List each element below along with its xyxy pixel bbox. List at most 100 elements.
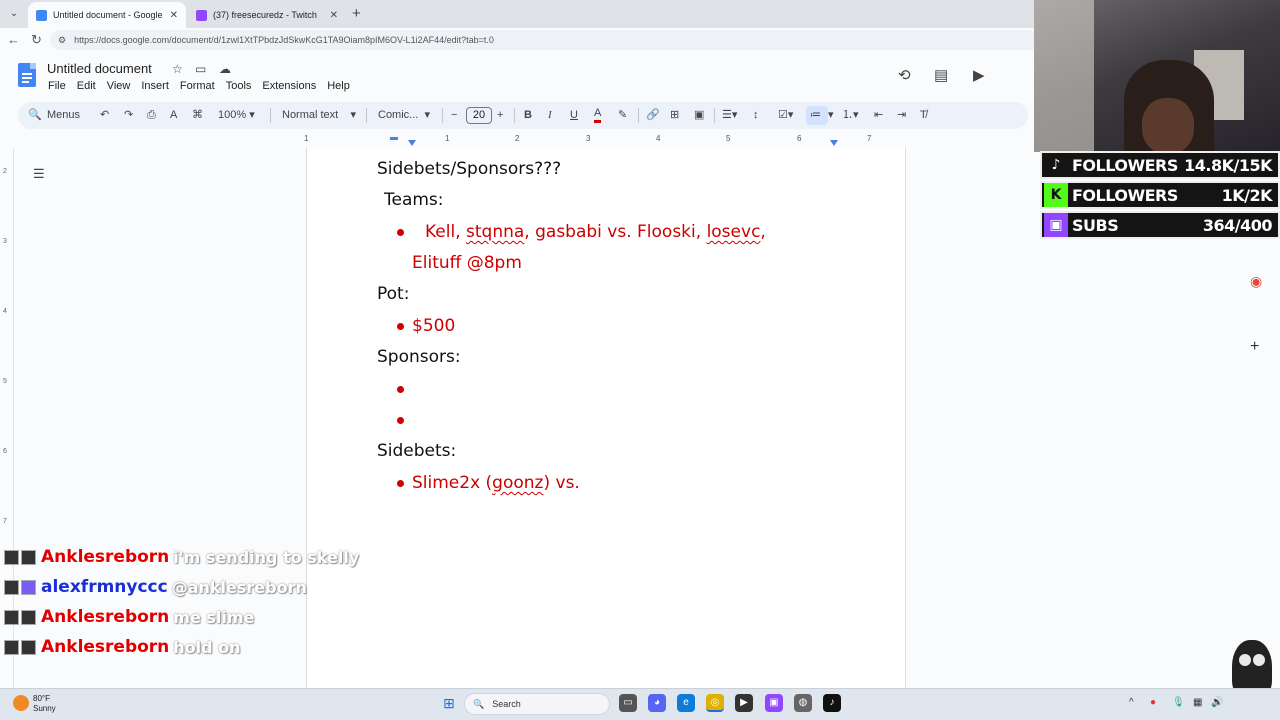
close-tab-icon[interactable]: ✕ (330, 10, 338, 21)
site-info-icon[interactable]: ⚙ (58, 35, 66, 46)
weather-condition[interactable]: Sunny (33, 704, 56, 713)
bold-icon[interactable]: B (524, 106, 532, 124)
highlight-color-icon[interactable]: ✎ (618, 106, 627, 124)
cloud-status-icon[interactable]: ☁ (219, 62, 231, 76)
menu-extensions[interactable]: Extensions (262, 80, 316, 92)
reload-icon[interactable]: ↻ (31, 32, 42, 48)
redo-icon[interactable]: ↷ (124, 106, 133, 124)
kick-followers-bar: K FOLLOWERS 1K/2K (1040, 181, 1280, 209)
search-menus-label[interactable]: Menus (47, 106, 80, 124)
chat-text: @anklesreborn (171, 577, 307, 597)
text-color-icon[interactable]: A (594, 106, 602, 123)
move-folder-icon[interactable]: ▭ (195, 62, 206, 76)
insert-link-icon[interactable]: 🔗 (646, 106, 660, 124)
star-icon[interactable]: ☆ (172, 62, 183, 76)
bulleted-list-icon[interactable]: ≔ (810, 106, 821, 124)
zoom-select[interactable]: 100% ▾ (218, 106, 255, 124)
first-line-indent-marker[interactable] (390, 137, 398, 140)
numbered-list-icon[interactable]: ⒈▾ (842, 106, 859, 124)
discord-icon[interactable]: ◕ (648, 694, 666, 712)
volume-icon[interactable]: 🔊 (1211, 697, 1223, 708)
chat-message: Anklesreborn me slime (4, 602, 359, 632)
team-text: , (760, 222, 766, 242)
menu-view[interactable]: View (107, 80, 131, 92)
italic-icon[interactable]: I (548, 106, 552, 124)
comments-icon[interactable]: ▤ (934, 66, 948, 84)
twitch-app-icon[interactable]: ▣ (765, 694, 783, 712)
document-title[interactable]: Untitled document (47, 61, 152, 76)
taskbar-search[interactable]: 🔍 Search (464, 693, 610, 715)
meet-icon[interactable]: ▶ (973, 66, 985, 84)
font-size-input[interactable]: 20 (466, 107, 492, 124)
search-menus-icon[interactable]: 🔍 (28, 106, 42, 124)
bullet-point (397, 229, 404, 236)
align-icon[interactable]: ☰▾ (722, 106, 737, 124)
menu-tools[interactable]: Tools (226, 80, 252, 92)
toolbar-divider (514, 108, 515, 123)
decrease-indent-icon[interactable]: ⇤ (874, 106, 883, 124)
ruler-tick: 7 (867, 134, 872, 143)
taskbar-search-label: Search (492, 699, 521, 709)
line-spacing-icon[interactable]: ↕ (753, 106, 759, 124)
maps-icon[interactable]: ◉ (1250, 273, 1262, 290)
url-bar[interactable]: ⚙ https://docs.google.com/document/d/1zw… (50, 30, 1040, 50)
chat-badge-icon (4, 609, 19, 625)
menu-file[interactable]: File (48, 80, 66, 92)
menu-format[interactable]: Format (180, 80, 215, 92)
document-outline-icon[interactable]: ☰ (33, 166, 45, 182)
right-indent-marker[interactable] (830, 140, 838, 146)
tiktok-icon: ♪ (1051, 157, 1061, 173)
undo-icon[interactable]: ↶ (100, 106, 109, 124)
chrome-icon[interactable]: ◎ (706, 694, 724, 712)
microphone-icon[interactable]: 🎙 (1172, 697, 1185, 708)
tab-google-docs[interactable]: Untitled document - Google Docs ✕ (28, 2, 186, 28)
close-tab-icon[interactable]: ✕ (170, 10, 178, 21)
network-icon[interactable]: ▦ (1193, 697, 1202, 708)
insert-image-icon[interactable]: ▣ (694, 106, 704, 124)
edge-icon[interactable]: e (677, 694, 695, 712)
increase-font-size-icon[interactable]: + (497, 106, 503, 124)
team-text: Kell, (425, 222, 467, 242)
media-player-icon[interactable]: ▶ (735, 694, 753, 712)
back-arrow-icon[interactable]: ← (7, 32, 20, 48)
obs-icon[interactable]: ◍ (794, 694, 812, 712)
menu-help[interactable]: Help (327, 80, 350, 92)
stream-chat-overlay: Anklesreborn i'm sending to skelly alexf… (4, 542, 359, 662)
font-select[interactable]: Comic... ▾ (378, 106, 430, 124)
weather-sun-icon[interactable] (13, 695, 29, 711)
task-view-icon[interactable]: ▭ (619, 694, 637, 712)
decrease-font-size-icon[interactable]: − (451, 106, 457, 124)
weather-temperature[interactable]: 80°F (33, 694, 50, 703)
paragraph-style-select[interactable]: Normal text ▾ (282, 106, 356, 124)
start-menu-icon[interactable]: ⊞ (440, 694, 458, 712)
tab-list-button[interactable]: ⌄ (4, 4, 24, 24)
spellcheck-icon[interactable]: A (170, 106, 177, 124)
sidebets-label: Sidebets: (377, 441, 457, 461)
tab-twitch[interactable]: (37) freesecuredz - Twitch ✕ (188, 2, 346, 28)
version-history-icon[interactable]: ⟲ (898, 66, 911, 84)
underline-icon[interactable]: U (570, 106, 578, 124)
stat-label: FOLLOWERS (1072, 155, 1178, 175)
insert-comment-icon[interactable]: ⊞ (670, 106, 679, 124)
ruler-tick: 3 (586, 134, 591, 143)
twitch-favicon-icon (196, 9, 207, 21)
menu-insert[interactable]: Insert (141, 80, 169, 92)
paint-format-icon[interactable]: ⌘ (192, 106, 203, 124)
ruler-tick: 2 (515, 134, 520, 143)
bullet-options-icon[interactable]: ▾ (828, 106, 834, 124)
increase-indent-icon[interactable]: ⇥ (897, 106, 906, 124)
misspelled-word: goonz (492, 473, 544, 493)
tray-app-icon[interactable]: ● (1150, 697, 1156, 708)
tiktok-app-icon[interactable]: ♪ (823, 694, 841, 712)
tray-overflow-icon[interactable]: ^ (1129, 697, 1134, 708)
checklist-icon[interactable]: ☑▾ (778, 106, 793, 124)
add-side-panel-icon[interactable]: + (1250, 338, 1259, 356)
menu-edit[interactable]: Edit (77, 80, 96, 92)
clear-formatting-icon[interactable]: T̸ (920, 106, 927, 124)
print-icon[interactable]: ⎙ (147, 106, 156, 124)
google-docs-logo-icon[interactable] (18, 63, 36, 87)
menu-bar: File Edit View Insert Format Tools Exten… (48, 80, 350, 92)
left-indent-marker[interactable] (408, 140, 416, 146)
chat-username: Anklesreborn (41, 607, 170, 627)
new-tab-button[interactable]: + (352, 6, 361, 21)
